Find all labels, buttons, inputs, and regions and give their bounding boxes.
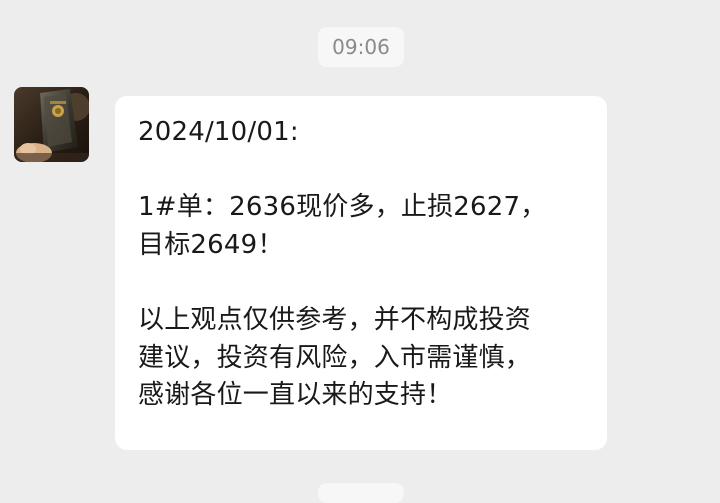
sender-avatar[interactable] xyxy=(14,87,89,162)
message-bubble[interactable]: 2024/10/01: 1#单：2636现价多，止损2627， 目标2649！ … xyxy=(115,96,607,450)
message-timestamp: 09:06 xyxy=(318,27,404,67)
next-message-stub xyxy=(318,483,404,503)
message-text: 2024/10/01: 1#单：2636现价多，止损2627， 目标2649！ … xyxy=(138,117,547,411)
avatar-icon xyxy=(14,87,89,162)
